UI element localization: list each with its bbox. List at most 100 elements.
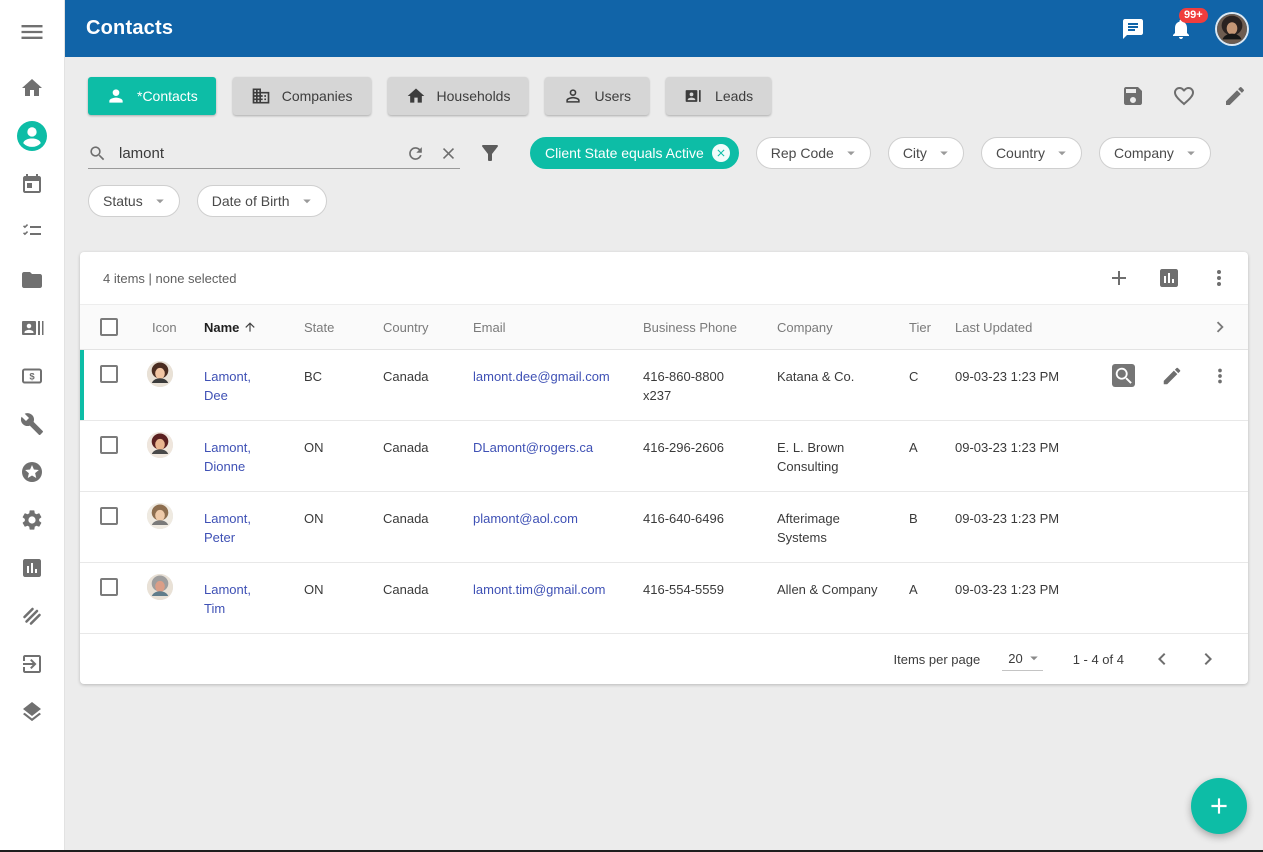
filter-funnel-icon (478, 141, 502, 165)
chip-status[interactable]: Status (88, 185, 180, 217)
tab-leads[interactable]: Leads (666, 77, 771, 115)
row-checkbox[interactable] (100, 507, 118, 525)
edit-pencil-icon[interactable] (1223, 84, 1247, 108)
add-contact-fab[interactable] (1191, 778, 1247, 834)
entity-tabs: *Contacts Companies Households Users Lea… (88, 77, 771, 115)
contact-last-updated: 09-03-23 1:23 PM (935, 350, 1085, 401)
sidebar-item-reports[interactable] (0, 544, 64, 592)
sidebar-item-folders[interactable] (0, 256, 64, 304)
folder-icon (20, 268, 44, 292)
sidebar-item-home[interactable] (0, 64, 64, 112)
contact-name-link[interactable]: Lamont, Dionne (184, 421, 284, 491)
table-row[interactable]: Lamont, Tim ON Canada lamont.tim@gmail.c… (80, 563, 1248, 634)
chip-rep-code[interactable]: Rep Code (756, 137, 871, 169)
contact-name-link[interactable]: Lamont, Dee (184, 350, 284, 420)
column-header-country[interactable]: Country (363, 320, 453, 335)
row-checkbox[interactable] (100, 365, 118, 383)
chip-date-of-birth[interactable]: Date of Birth (197, 185, 327, 217)
contact-name-link[interactable]: Lamont, Tim (184, 563, 284, 633)
table-row[interactable]: Lamont, Dionne ON Canada DLamont@rogers.… (80, 421, 1248, 492)
chat-icon (1121, 17, 1145, 41)
table-body: Lamont, Dee BC Canada lamont.dee@gmail.c… (80, 350, 1248, 634)
sidebar-item-contacts[interactable] (0, 112, 64, 160)
chevron-right-icon (1196, 647, 1220, 671)
items-per-page-label: Items per page (894, 652, 981, 667)
sidebar-item-layers[interactable] (0, 688, 64, 736)
contact-email-link[interactable]: plamont@aol.com (453, 492, 623, 543)
chevron-down-icon (1025, 649, 1043, 667)
filter-button[interactable] (478, 141, 502, 165)
row-checkbox[interactable] (100, 578, 118, 596)
contact-last-updated: 09-03-23 1:23 PM (935, 563, 1085, 614)
active-filter-chip[interactable]: Client State equals Active (530, 137, 739, 169)
tab-companies[interactable]: Companies (233, 77, 371, 115)
chip-country[interactable]: Country (981, 137, 1082, 169)
chat-button[interactable] (1121, 17, 1145, 41)
row-checkbox[interactable] (100, 436, 118, 454)
refresh-icon[interactable] (406, 144, 425, 163)
phone-extension: x237 (643, 386, 747, 405)
table-menu-button[interactable] (1207, 266, 1231, 290)
selection-summary: 4 items | none selected (103, 271, 236, 286)
contact-phone: 416-554-5559 (623, 563, 757, 614)
chip-label: City (903, 145, 927, 161)
sidebar-item-exit[interactable] (0, 640, 64, 688)
sidebar-item-settings[interactable] (0, 496, 64, 544)
save-icon[interactable] (1121, 84, 1145, 108)
contact-country: Canada (363, 492, 453, 543)
contact-email-link[interactable]: lamont.dee@gmail.com (453, 350, 623, 401)
menu-button[interactable] (18, 18, 46, 42)
column-header-name[interactable]: Name (184, 320, 284, 335)
column-header-state[interactable]: State (284, 320, 363, 335)
sidebar-item-contact-cards[interactable] (0, 304, 64, 352)
sidebar-item-tags[interactable] (0, 592, 64, 640)
column-header-email[interactable]: Email (453, 320, 623, 335)
search-input[interactable] (117, 144, 406, 163)
table-row[interactable]: Lamont, Dee BC Canada lamont.dee@gmail.c… (80, 350, 1248, 421)
table-row[interactable]: Lamont, Peter ON Canada plamont@aol.com … (80, 492, 1248, 563)
page-size-select[interactable]: 20 (1002, 647, 1042, 671)
column-header-updated[interactable]: Last Updated (935, 320, 1085, 335)
sidebar-item-tasks[interactable] (0, 208, 64, 256)
previous-page-button[interactable] (1150, 647, 1174, 671)
kebab-menu-icon (1207, 266, 1231, 290)
next-page-button[interactable] (1196, 647, 1220, 671)
view-utilities (1121, 84, 1247, 108)
sidebar-item-calendar[interactable] (0, 160, 64, 208)
row-menu-button[interactable] (1209, 365, 1231, 387)
contact-email-link[interactable]: DLamont@rogers.ca (453, 421, 623, 472)
person-outline-icon (563, 86, 583, 106)
sidebar-nav: $ (0, 64, 64, 736)
preview-contact-button[interactable] (1112, 364, 1135, 387)
svg-text:$: $ (29, 372, 35, 383)
edit-contact-button[interactable] (1161, 365, 1183, 387)
notifications-button[interactable]: 99+ (1169, 17, 1193, 41)
table-paginator: Items per page 20 1 - 4 of 4 (80, 634, 1248, 684)
tab-households[interactable]: Households (388, 77, 529, 115)
tab-users[interactable]: Users (545, 77, 649, 115)
contact-avatar (147, 503, 173, 529)
contacts-icon (14, 118, 50, 154)
contact-email-link[interactable]: lamont.tim@gmail.com (453, 563, 623, 614)
chart-view-button[interactable] (1157, 266, 1181, 290)
favorite-heart-icon[interactable] (1172, 84, 1196, 108)
contact-name-link[interactable]: Lamont, Peter (184, 492, 284, 562)
sidebar-item-tools[interactable] (0, 400, 64, 448)
tab-contacts[interactable]: *Contacts (88, 77, 216, 115)
select-all-checkbox[interactable] (100, 318, 118, 336)
column-header-phone[interactable]: Business Phone (623, 320, 757, 335)
chip-company[interactable]: Company (1099, 137, 1211, 169)
chip-city[interactable]: City (888, 137, 964, 169)
column-header-company[interactable]: Company (757, 320, 889, 335)
add-column-button[interactable] (1107, 266, 1131, 290)
sidebar-item-billing[interactable]: $ (0, 352, 64, 400)
remove-filter-button[interactable] (712, 144, 730, 162)
clear-search-icon[interactable] (439, 144, 458, 163)
kebab-menu-icon (1209, 365, 1231, 387)
column-header-tier[interactable]: Tier (889, 320, 935, 335)
sidebar-item-favorites[interactable] (0, 448, 64, 496)
user-avatar[interactable] (1217, 14, 1247, 44)
scroll-columns-right-button[interactable] (1085, 316, 1248, 338)
star-circle-icon (20, 460, 44, 484)
chart-icon (1157, 266, 1181, 290)
